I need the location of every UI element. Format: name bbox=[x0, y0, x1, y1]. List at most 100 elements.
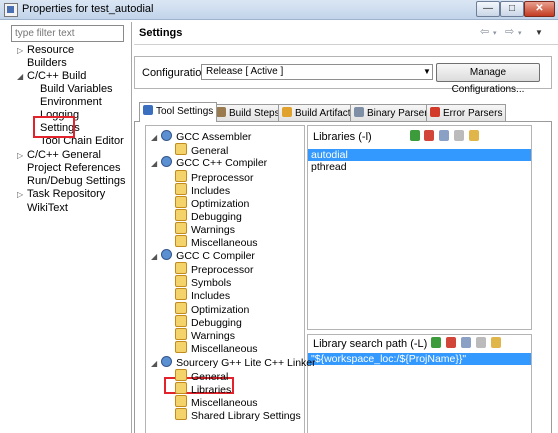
tool-tree-option[interactable]: Miscellaneous bbox=[175, 395, 258, 409]
tool-tree-option[interactable]: Shared Library Settings bbox=[175, 408, 301, 422]
option-icon bbox=[175, 315, 187, 327]
tool-tree-tool[interactable]: ◢ Sourcery G++ Lite C++ Linker bbox=[151, 356, 316, 369]
list-item[interactable]: autodial bbox=[308, 149, 531, 161]
move-up-icon[interactable] bbox=[476, 337, 486, 348]
expanded-twisty-icon[interactable]: ◢ bbox=[17, 70, 23, 83]
expanded-twisty-icon[interactable]: ◢ bbox=[151, 359, 157, 368]
option-icon bbox=[175, 369, 187, 381]
tool-tree-option[interactable]: Libraries bbox=[175, 382, 231, 396]
configuration-select[interactable]: Release [ Active ] bbox=[201, 64, 433, 80]
library-search-path-header: Library search path (-L) bbox=[313, 338, 428, 350]
tab-error-parsers[interactable]: Error Parsers bbox=[426, 104, 507, 121]
add-icon[interactable] bbox=[431, 337, 441, 348]
tool-tree-option[interactable]: General bbox=[175, 143, 228, 157]
tool-tree-label: Sourcery G++ Lite C++ Linker bbox=[176, 357, 316, 369]
tool-tree-option[interactable]: Warnings bbox=[175, 222, 235, 236]
tool-tree-label: GCC C++ Compiler bbox=[176, 157, 268, 169]
collapsed-twisty-icon[interactable]: ▷ bbox=[17, 44, 23, 57]
option-icon bbox=[175, 209, 187, 221]
tool-tree-option[interactable]: Miscellaneous bbox=[175, 235, 258, 249]
panel-divider[interactable] bbox=[131, 22, 132, 433]
tab-label: Build Steps bbox=[229, 108, 280, 119]
sidebar-item-label: Task Repository bbox=[27, 188, 106, 200]
tool-tree-tool[interactable]: ◢ GCC C Compiler bbox=[151, 249, 255, 262]
collapsed-twisty-icon[interactable]: ▷ bbox=[17, 188, 23, 201]
sidebar-item-project-references[interactable]: Project References bbox=[27, 162, 121, 175]
delete-icon[interactable] bbox=[446, 337, 456, 348]
edit-icon[interactable] bbox=[461, 337, 471, 348]
tab-binary-parsers[interactable]: Binary Parsers bbox=[350, 104, 437, 121]
move-up-icon[interactable] bbox=[454, 130, 464, 141]
edit-icon[interactable] bbox=[439, 130, 449, 141]
tool-tree-option[interactable]: Optimization bbox=[175, 196, 249, 210]
option-icon bbox=[175, 275, 187, 287]
tab-tool-settings[interactable]: Tool Settings bbox=[139, 102, 218, 122]
sidebar-item-build-variables[interactable]: Build Variables bbox=[40, 83, 113, 96]
tab-label: Binary Parsers bbox=[367, 108, 433, 119]
manage-configurations-button[interactable]: Manage Configurations... bbox=[436, 63, 540, 95]
tool-tree-option[interactable]: General bbox=[175, 369, 228, 383]
sidebar-item-wikitext[interactable]: WikiText bbox=[27, 202, 68, 215]
tool-icon bbox=[161, 130, 173, 141]
move-down-icon[interactable] bbox=[491, 337, 501, 348]
option-icon bbox=[175, 328, 187, 340]
back-menu-chevron-icon[interactable]: ▾ bbox=[493, 29, 497, 37]
option-icon bbox=[175, 341, 187, 353]
delete-icon[interactable] bbox=[424, 130, 434, 141]
tab-build-steps[interactable]: Build Steps bbox=[212, 104, 284, 121]
tool-tree-option[interactable]: Includes bbox=[175, 183, 230, 197]
tool-tree-option[interactable]: Includes bbox=[175, 288, 230, 302]
option-icon bbox=[175, 143, 187, 155]
close-button[interactable]: ✕ bbox=[524, 1, 555, 17]
sidebar-item-resource[interactable]: ▷ Resource bbox=[17, 44, 75, 57]
tool-tree-label: Miscellaneous bbox=[191, 343, 258, 355]
chevron-down-icon[interactable]: ▼ bbox=[423, 64, 431, 80]
sidebar-item-label: Run/Debug Settings bbox=[27, 175, 126, 187]
sidebar-item-label: WikiText bbox=[27, 202, 68, 214]
tool-tree-option[interactable]: Preprocessor bbox=[175, 170, 253, 184]
option-icon bbox=[175, 262, 187, 274]
sidebar-item-run-debug-settings[interactable]: Run/Debug Settings bbox=[27, 175, 125, 188]
back-arrow-icon[interactable]: ⇦ bbox=[480, 25, 489, 38]
error-parsers-icon bbox=[430, 107, 440, 117]
tool-tree-label: GCC Assembler bbox=[176, 131, 252, 143]
forward-arrow-icon[interactable]: ⇨ bbox=[505, 25, 514, 38]
sidebar-item-c-c-general[interactable]: ▷ C/C++ General bbox=[17, 149, 101, 162]
tool-tree-option[interactable]: Debugging bbox=[175, 209, 242, 223]
sidebar-item-environment[interactable]: Environment bbox=[40, 96, 102, 109]
add-icon[interactable] bbox=[410, 130, 420, 141]
sidebar-item-task-repository[interactable]: ▷ Task Repository bbox=[17, 188, 106, 201]
collapsed-twisty-icon[interactable]: ▷ bbox=[17, 149, 23, 162]
move-down-icon[interactable] bbox=[469, 130, 479, 141]
libraries-header: Libraries (-l) bbox=[313, 131, 372, 143]
tool-tree-option[interactable]: Warnings bbox=[175, 328, 235, 342]
tool-tree-tool[interactable]: ◢ GCC Assembler bbox=[151, 130, 251, 143]
sidebar-item-c-c-build[interactable]: ◢ C/C++ Build bbox=[17, 70, 86, 83]
tab-build-artifact[interactable]: Build Artifact bbox=[278, 104, 355, 121]
expanded-twisty-icon[interactable]: ◢ bbox=[151, 133, 157, 142]
expanded-twisty-icon[interactable]: ◢ bbox=[151, 252, 157, 261]
tool-tree-option[interactable]: Miscellaneous bbox=[175, 341, 258, 355]
window-title: Properties for test_autodial bbox=[22, 3, 154, 15]
option-icon bbox=[175, 408, 187, 420]
binary-parsers-icon bbox=[354, 107, 364, 117]
tool-tree-option[interactable]: Debugging bbox=[175, 315, 242, 329]
tab-label: Error Parsers bbox=[443, 108, 503, 119]
list-item[interactable]: pthread bbox=[308, 161, 531, 173]
tool-tree-option[interactable]: Optimization bbox=[175, 302, 249, 316]
filter-input[interactable] bbox=[11, 25, 124, 42]
view-menu-icon[interactable]: ▼ bbox=[535, 28, 543, 37]
forward-menu-chevron-icon[interactable]: ▾ bbox=[518, 29, 522, 37]
tool-tree-option[interactable]: Preprocessor bbox=[175, 262, 253, 276]
tool-tree-tool[interactable]: ◢ GCC C++ Compiler bbox=[151, 156, 267, 169]
maximize-button[interactable]: □ bbox=[500, 1, 524, 17]
expanded-twisty-icon[interactable]: ◢ bbox=[151, 159, 157, 168]
build-artifact-icon bbox=[282, 107, 292, 117]
sidebar-item-label: Resource bbox=[27, 44, 75, 56]
tool-tree-option[interactable]: Symbols bbox=[175, 275, 231, 289]
minimize-button[interactable]: — bbox=[476, 1, 500, 17]
option-icon bbox=[175, 382, 187, 394]
list-item[interactable]: "${workspace_loc:/${ProjName}}" bbox=[308, 353, 531, 365]
tool-tree-label: Miscellaneous bbox=[191, 237, 258, 249]
sidebar-item-builders[interactable]: Builders bbox=[27, 57, 67, 70]
